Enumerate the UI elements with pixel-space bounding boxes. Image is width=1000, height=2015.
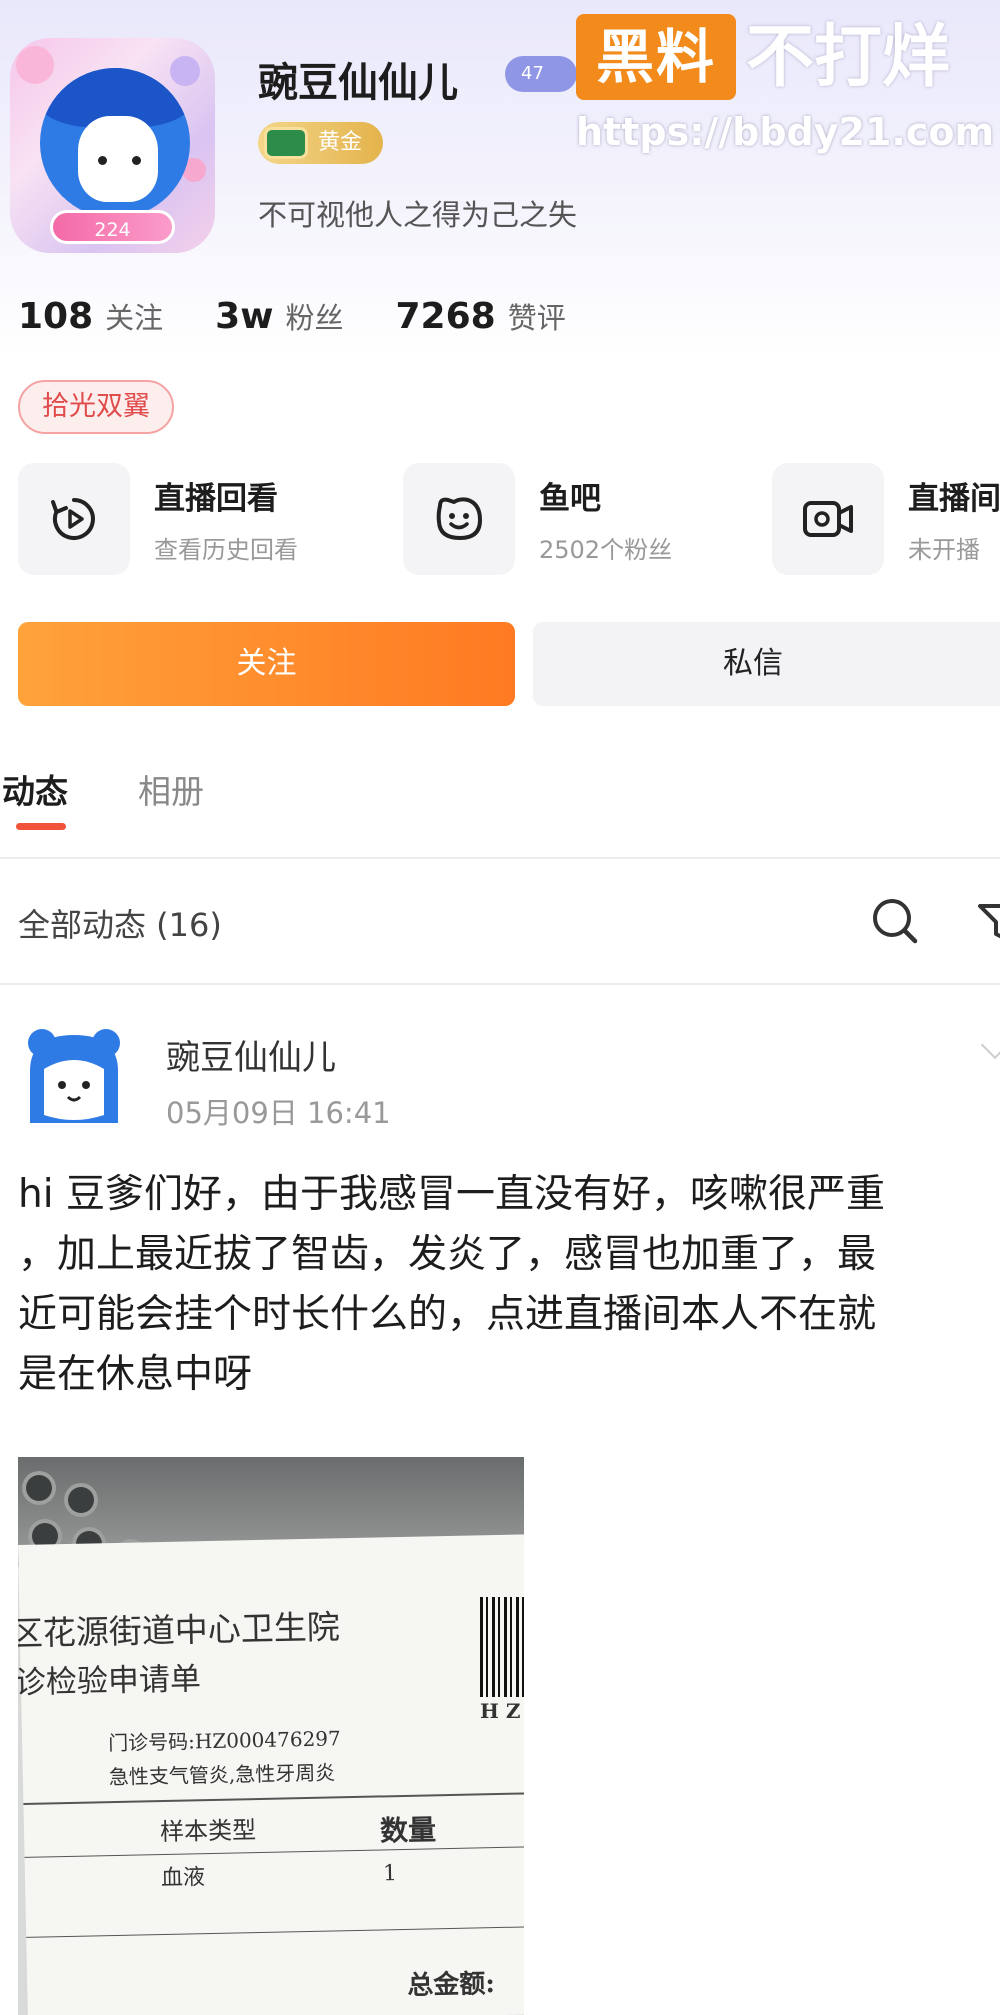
chevron-down-icon[interactable] — [980, 1030, 1000, 1060]
image-rule — [26, 1926, 524, 1938]
feature-fish-bar[interactable]: 鱼吧 2502个粉丝 — [403, 463, 672, 575]
post-line: ，加上最近拔了智齿，发炎了，感冒也加重了，最 — [18, 1232, 877, 1277]
avatar[interactable]: 224 — [10, 38, 215, 253]
feature-subtitle: 2502个粉丝 — [539, 536, 673, 564]
camera-icon — [772, 463, 884, 575]
post-line: hi 豆爹们好，由于我感冒一直没有好，咳嗽很严重 — [18, 1172, 885, 1217]
image-form-title: 诊检验申请单 — [18, 1661, 202, 1702]
tab-moments[interactable]: 动态 — [2, 765, 68, 813]
post-author-avatar[interactable] — [22, 1025, 126, 1125]
feature-live-replay[interactable]: 直播回看 查看历史回看 — [18, 463, 298, 575]
image-quantity-value: 1 — [382, 1861, 398, 1887]
image-detail — [26, 1475, 52, 1501]
post-timestamp: 05月09日 16:41 — [166, 1096, 391, 1130]
image-detail — [68, 1487, 94, 1513]
rank-badge[interactable]: 黄金 — [258, 122, 383, 164]
feature-subtitle: 查看历史回看 — [154, 536, 298, 564]
stat-value: 7268 — [395, 296, 496, 337]
image-sample-value: 血液 — [160, 1865, 206, 1892]
stat-following[interactable]: 108 关注 — [18, 295, 163, 337]
post-content: hi 豆爹们好，由于我感冒一直没有好，咳嗽很严重 ，加上最近拔了智齿，发炎了，感冒… — [18, 1165, 1000, 1405]
fan-group-tag[interactable]: 拾光双翼 — [18, 380, 174, 434]
tab-album[interactable]: 相册 — [138, 765, 204, 813]
frame-level-badge: 224 — [50, 210, 175, 244]
message-button[interactable]: 私信 — [533, 622, 1000, 706]
replay-icon — [18, 463, 130, 575]
image-col-quantity: 数量 — [379, 1813, 437, 1848]
watermark-url: https://bbdy21.com — [576, 110, 995, 154]
stat-likes[interactable]: 7268 赞评 — [396, 295, 566, 337]
stat-label: 粉丝 — [285, 301, 344, 335]
feature-title: 直播间 — [908, 481, 1000, 517]
search-icon[interactable] — [868, 894, 922, 948]
image-total-amount: 总金额: — [407, 1969, 496, 2001]
feature-title: 直播回看 — [154, 481, 278, 517]
active-tab-indicator — [16, 823, 66, 830]
image-barcode-text: H Z — [480, 1699, 521, 1723]
all-moments-filter[interactable]: 全部动态 (16) — [18, 900, 222, 946]
profile-signature: 不可视他人之得为己之失 — [258, 198, 578, 232]
follow-button[interactable]: 关注 — [18, 622, 515, 706]
rank-icon — [264, 127, 308, 159]
stat-label: 赞评 — [507, 301, 566, 335]
image-diagnosis: 急性支气管炎,急性牙周炎 — [108, 1760, 336, 1790]
feature-title: 鱼吧 — [539, 481, 601, 517]
watermark-text: 不打烊 — [746, 18, 951, 97]
fish-bar-icon — [403, 463, 515, 575]
watermark: 黑料 不打烊 https://bbdy21.com — [576, 10, 1000, 155]
rank-badge-label: 黄金 — [318, 130, 363, 155]
stat-fans[interactable]: 3w 粉丝 — [215, 295, 343, 337]
image-rule — [24, 1846, 524, 1858]
stat-value: 3w — [215, 296, 274, 337]
profile-stats: 108 关注 3w 粉丝 7268 赞评 — [18, 295, 618, 337]
image-hospital-name: 区花源街道中心卫生院 — [18, 1607, 341, 1654]
avatar-image — [40, 68, 190, 218]
stat-value: 108 — [18, 296, 94, 337]
feature-live-room[interactable]: 直播间 未开播 — [772, 463, 1000, 575]
image-clinic-number: 门诊号码:HZ000476297 — [107, 1726, 341, 1756]
watermark-box: 黑料 — [576, 14, 736, 100]
image-rule — [23, 1792, 524, 1805]
level-badge[interactable]: 47 — [505, 56, 577, 92]
stat-label: 关注 — [105, 301, 164, 335]
post-line: 是在休息中呀 — [18, 1352, 253, 1397]
profile-username: 豌豆仙仙儿 — [258, 60, 458, 106]
image-document: 区花源街道中心卫生院 诊检验申请单 门诊号码:HZ000476297 急性支气管… — [18, 1534, 524, 2015]
image-col-sample-type: 样本类型 — [159, 1816, 257, 1847]
barcode — [480, 1597, 524, 1697]
divider — [0, 983, 1000, 985]
feature-subtitle: 未开播 — [908, 536, 980, 564]
divider — [0, 857, 1000, 859]
filter-icon[interactable] — [978, 894, 1000, 948]
post-author-name[interactable]: 豌豆仙仙儿 — [166, 1030, 336, 1079]
post-line: 近可能会挂个时长什么的，点进直播间本人不在就 — [18, 1292, 877, 1337]
post-image[interactable]: 区花源街道中心卫生院 诊检验申请单 门诊号码:HZ000476297 急性支气管… — [18, 1457, 524, 2015]
